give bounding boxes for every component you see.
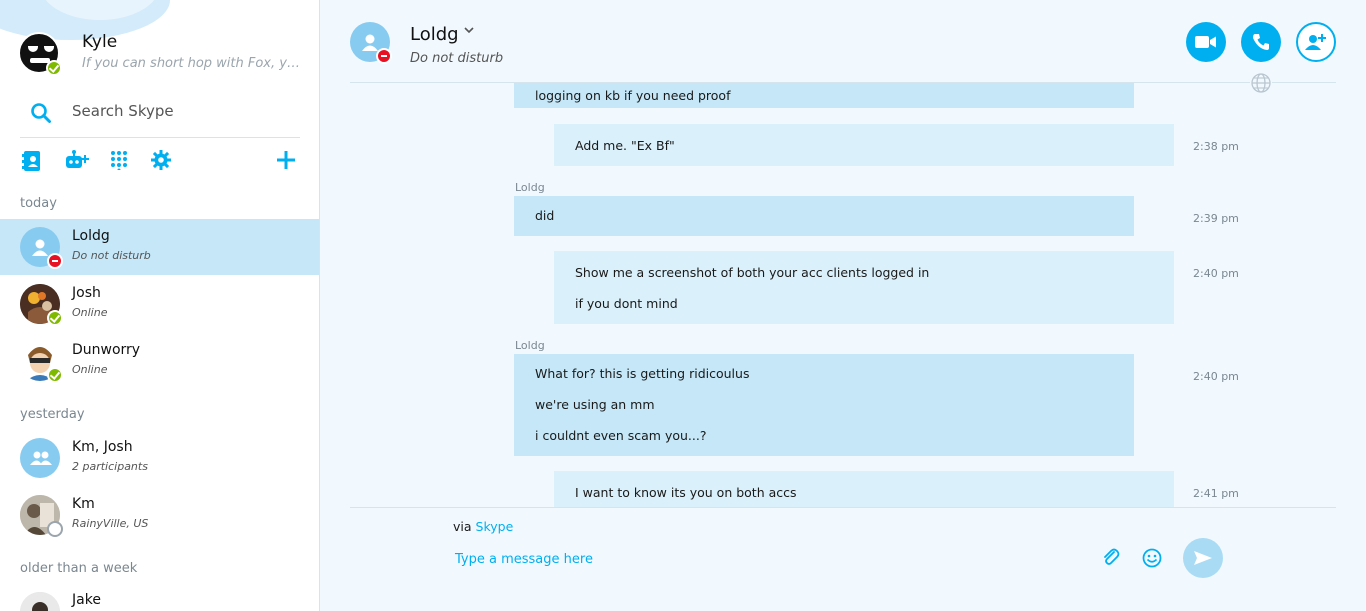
online-status-icon — [47, 367, 63, 383]
header-divider — [350, 82, 1336, 83]
message-sender: Loldg — [515, 181, 545, 194]
do-not-disturb-icon — [376, 48, 392, 64]
phone-icon — [1253, 34, 1269, 50]
add-person-icon — [1305, 34, 1326, 50]
video-camera-icon — [1195, 36, 1216, 48]
sidebar: Kyle If you can short hop with Fox, you … — [0, 0, 320, 611]
contact-status: Do not disturb — [72, 249, 151, 262]
message-bubble-incoming[interactable]: logging on kb if you need proof — [514, 83, 1134, 108]
section-label-older: older than a week — [20, 561, 138, 576]
video-call-button[interactable] — [1186, 22, 1226, 62]
my-avatar[interactable] — [18, 32, 62, 76]
message-text: i couldnt even scam you...? — [535, 428, 707, 443]
contact-status: RainyVille, US — [72, 517, 149, 530]
message-text: Show me a screenshot of both your acc cl… — [575, 265, 930, 280]
message-timestamp: 2:40 pm — [1193, 267, 1239, 280]
message-composer: via Skype Type a message here — [350, 507, 1336, 611]
conversation-avatar[interactable] — [350, 22, 392, 64]
contact-name: Km — [72, 496, 95, 512]
message-text: Add me. "Ex Bf" — [575, 138, 675, 153]
section-label-today: today — [20, 196, 57, 211]
globe-icon[interactable] — [1250, 72, 1272, 94]
chevron-down-icon[interactable] — [464, 24, 474, 38]
add-participant-button[interactable] — [1296, 22, 1336, 62]
message-bubble-outgoing[interactable]: I want to know its you on both accs — [554, 471, 1174, 507]
contact-name: Dunworry — [72, 342, 141, 358]
via-service-link[interactable]: Skype — [476, 519, 514, 534]
conversation-status: Do not disturb — [410, 51, 504, 66]
contact-item-km[interactable]: Km RainyVille, US — [0, 487, 319, 543]
message-text: logging on kb if you need proof — [535, 88, 731, 103]
audio-call-button[interactable] — [1241, 22, 1281, 62]
message-text: if you dont mind — [575, 296, 678, 311]
conversation-pane: Loldg Do not disturb logging on kb if yo… — [320, 0, 1366, 611]
group-avatar-icon — [20, 438, 60, 478]
emoticon-icon[interactable] — [1142, 548, 1162, 572]
message-bubble-outgoing[interactable]: Add me. "Ex Bf" — [554, 124, 1174, 166]
contact-status: 2 participants — [72, 460, 148, 473]
contact-name: Km, Josh — [72, 439, 133, 455]
search-input[interactable]: Search Skype — [72, 102, 174, 120]
message-timestamp: 2:39 pm — [1193, 212, 1239, 225]
via-prefix: via — [453, 519, 472, 534]
online-status-icon — [46, 60, 62, 76]
settings-icon[interactable] — [151, 150, 173, 174]
contact-item-dunworry[interactable]: Dunworry Online — [0, 333, 319, 389]
contact-status: Online — [72, 363, 108, 376]
section-label-yesterday: yesterday — [20, 407, 85, 422]
contact-name: Loldg — [72, 228, 110, 244]
contact-item-jake[interactable]: Jake — [0, 584, 319, 611]
my-mood-message[interactable]: If you can short hop with Fox, you ... — [82, 56, 302, 71]
message-timestamp: 2:40 pm — [1193, 370, 1239, 383]
my-name: Kyle — [82, 32, 118, 52]
message-bubble-outgoing[interactable]: Show me a screenshot of both your acc cl… — [554, 251, 1174, 324]
via-service-label[interactable]: via Skype — [453, 519, 513, 534]
message-bubble-incoming[interactable]: What for? this is getting ridicoulus we'… — [514, 354, 1134, 456]
message-sender: Loldg — [515, 339, 545, 352]
message-timestamp: 2:41 pm — [1193, 487, 1239, 500]
message-bubble-incoming[interactable]: did — [514, 196, 1134, 236]
message-text: we're using an mm — [535, 397, 655, 412]
contact-name: Josh — [72, 285, 101, 301]
message-timestamp: 2:38 pm — [1193, 140, 1239, 153]
add-bot-icon[interactable] — [64, 150, 90, 174]
avatar — [20, 592, 60, 611]
dialpad-icon[interactable] — [110, 150, 132, 174]
my-profile[interactable]: Kyle If you can short hop with Fox, you … — [18, 30, 308, 80]
contact-name: Jake — [72, 592, 101, 608]
online-status-icon — [47, 310, 63, 326]
attachment-icon[interactable] — [1102, 548, 1120, 572]
message-text: did — [535, 208, 555, 223]
message-text: What for? this is getting ridicoulus — [535, 366, 750, 381]
search-icon — [30, 102, 52, 128]
message-list[interactable]: logging on kb if you need proof Add me. … — [320, 83, 1366, 507]
conversation-header: Loldg Do not disturb — [320, 0, 1366, 82]
contact-item-group[interactable]: Km, Josh 2 participants — [0, 430, 319, 486]
send-icon — [1194, 551, 1212, 565]
contact-item-josh[interactable]: Josh Online — [0, 276, 319, 332]
message-text: I want to know its you on both accs — [575, 485, 797, 500]
contact-status: Online — [72, 306, 108, 319]
sidebar-toolbar — [20, 150, 300, 176]
do-not-disturb-icon — [47, 253, 63, 269]
conversation-title[interactable]: Loldg — [410, 24, 459, 45]
offline-status-icon — [47, 521, 63, 537]
contact-item-loldg[interactable]: Loldg Do not disturb — [0, 219, 319, 275]
send-button[interactable] — [1183, 538, 1223, 578]
message-input[interactable]: Type a message here — [455, 552, 593, 567]
search-box[interactable]: Search Skype — [20, 92, 300, 138]
contacts-icon[interactable] — [22, 150, 44, 174]
new-conversation-icon[interactable] — [276, 150, 298, 174]
